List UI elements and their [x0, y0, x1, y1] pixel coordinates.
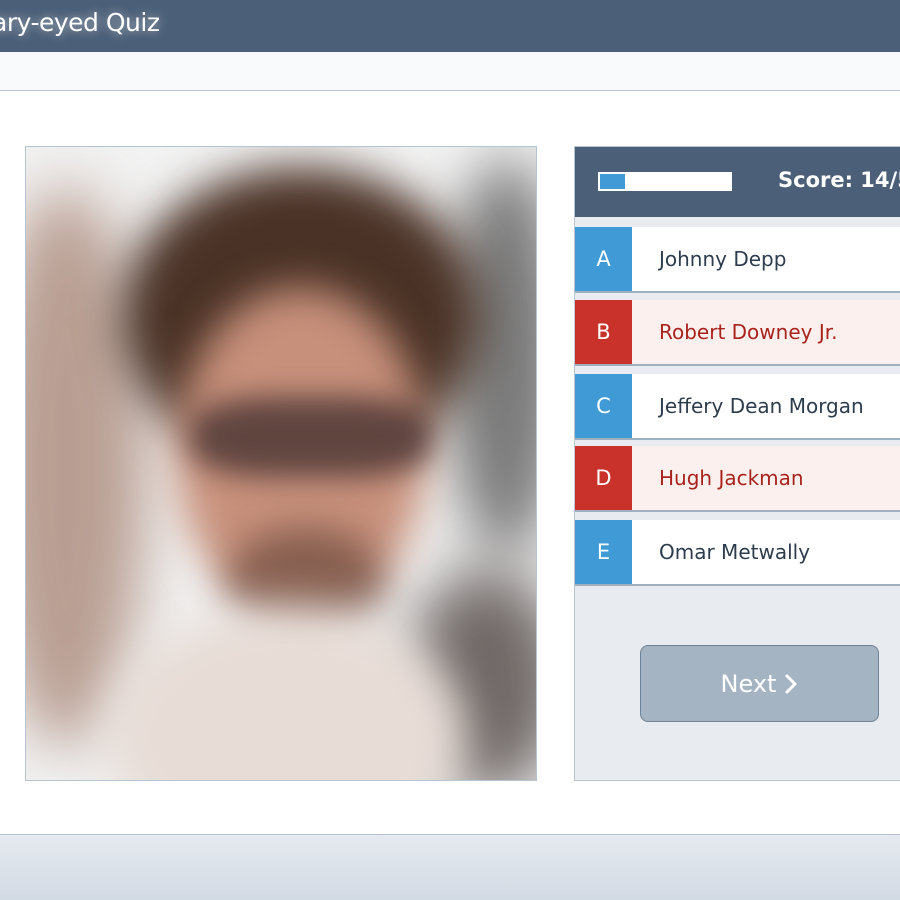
- option-b[interactable]: B Robert Downey Jr.: [575, 300, 900, 366]
- page-title: ary-eyed Quiz: [0, 8, 160, 37]
- option-label: Robert Downey Jr.: [659, 320, 838, 344]
- option-label: Jeffery Dean Morgan: [659, 394, 864, 418]
- footer-bar: [0, 834, 900, 900]
- photo-glasses: [191, 397, 431, 477]
- blurred-celebrity-photo: [25, 146, 537, 781]
- option-letter: E: [575, 520, 632, 584]
- option-label: Omar Metwally: [659, 540, 811, 564]
- option-d[interactable]: D Hugh Jackman: [575, 446, 900, 512]
- next-label: Next: [720, 669, 777, 698]
- photo-shirt: [106, 607, 466, 780]
- progress-fill: [600, 174, 625, 189]
- option-e[interactable]: E Omar Metwally: [575, 520, 900, 586]
- sub-bar: [0, 52, 900, 91]
- score-label: Score: 14/5: [778, 168, 900, 192]
- top-bar: ary-eyed Quiz: [0, 0, 900, 52]
- option-label: Johnny Depp: [659, 247, 787, 271]
- option-letter: A: [575, 227, 632, 291]
- option-label: Hugh Jackman: [659, 466, 804, 490]
- next-button[interactable]: Next: [640, 645, 879, 722]
- chevron-right-icon: [785, 674, 797, 693]
- option-letter: C: [575, 374, 632, 438]
- progress-bar: [598, 172, 732, 191]
- photo-bg-left: [26, 187, 146, 747]
- score-bar: Score: 14/5: [575, 147, 900, 217]
- answer-panel: Score: 14/5 A Johnny Depp B Robert Downe…: [574, 146, 900, 781]
- option-c[interactable]: C Jeffery Dean Morgan: [575, 374, 900, 440]
- option-letter: B: [575, 300, 632, 364]
- option-a[interactable]: A Johnny Depp: [575, 227, 900, 293]
- option-letter: D: [575, 446, 632, 510]
